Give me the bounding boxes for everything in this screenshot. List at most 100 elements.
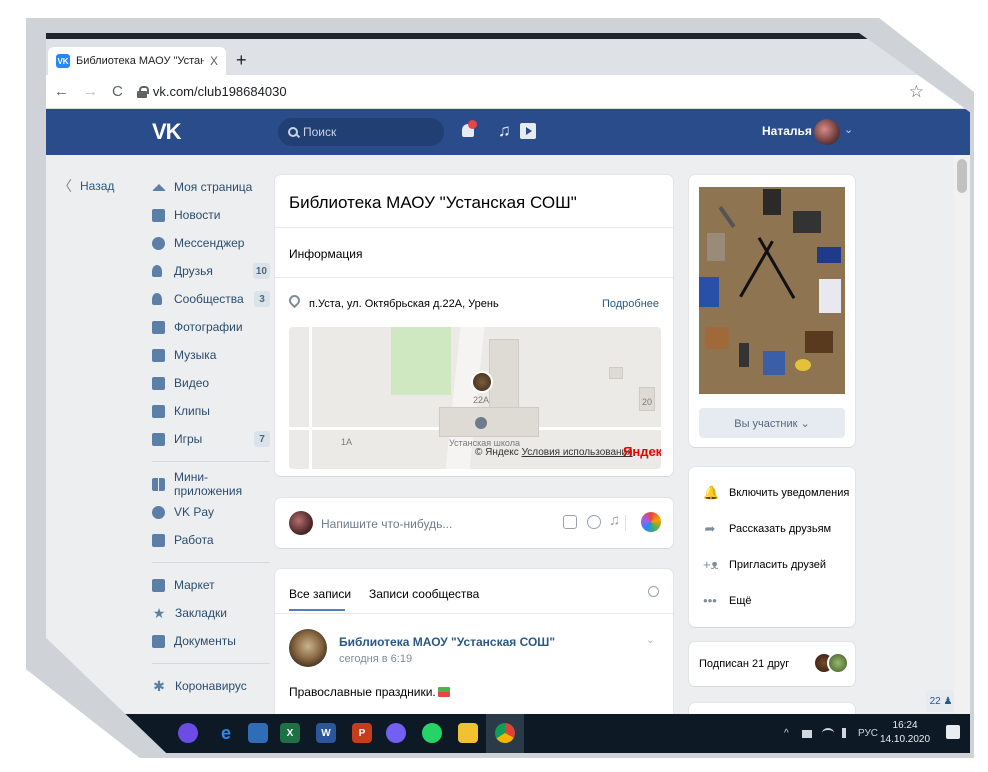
sidebar-item-mini-apps[interactable]: Мини-приложения: [152, 470, 270, 498]
music-icon[interactable]: ♫: [609, 512, 620, 529]
enable-notifications-button[interactable]: 🔔 Включить уведомления: [703, 485, 849, 501]
music-note-icon: [152, 348, 165, 362]
sidebar-item-documents[interactable]: Документы: [152, 627, 270, 655]
file-explorer-icon[interactable]: [458, 723, 478, 743]
search-icon[interactable]: [648, 586, 659, 597]
sidebar-item-video[interactable]: Видео: [152, 369, 270, 397]
tab-community-posts[interactable]: Записи сообщества: [369, 587, 479, 601]
chevron-left-icon: 〈: [58, 178, 72, 194]
location-map[interactable]: 22А 20 1А Устанская школа © Яндекс Услов…: [289, 327, 661, 469]
more-button[interactable]: ••• Ещё: [703, 593, 751, 608]
friends-badge: 10: [252, 263, 270, 279]
terms-link[interactable]: Условия использования: [522, 447, 633, 458]
map-label-1a: 1А: [341, 437, 353, 447]
page-scrollbar[interactable]: [954, 155, 970, 753]
chevron-down-icon[interactable]: ⌄: [844, 123, 853, 136]
reload-icon[interactable]: C: [112, 83, 123, 100]
browser-tab[interactable]: VK Библиотека МАОУ "Устанская С X: [48, 47, 226, 75]
user-avatar[interactable]: [814, 119, 840, 145]
messenger-icon: [152, 236, 165, 250]
online-count-widget[interactable]: 22 ♟: [926, 690, 956, 712]
sidebar-item-friends[interactable]: Друзья 10: [152, 257, 270, 285]
virus-icon: ✱: [153, 677, 165, 694]
powerpoint-icon[interactable]: P: [352, 723, 372, 743]
browser-tab-bar: VK Библиотека МАОУ "Устанская С X +: [46, 39, 970, 75]
url-field[interactable]: vk.com/club198684030: [153, 84, 287, 99]
app-icon[interactable]: [248, 723, 268, 743]
post-author-avatar[interactable]: [289, 629, 327, 667]
system-clock[interactable]: 16:24 14.10.2020: [880, 719, 930, 747]
tray-arrow-icon[interactable]: ^: [784, 728, 789, 739]
post-time[interactable]: сегодня в 6:19: [339, 653, 412, 665]
search-icon: [288, 127, 298, 137]
user-name[interactable]: Наталья: [762, 124, 812, 138]
music-icon[interactable]: ♫: [498, 121, 511, 141]
edge-icon[interactable]: e: [216, 723, 236, 743]
action-center-icon[interactable]: [946, 725, 960, 739]
forward-arrow-icon[interactable]: →: [83, 83, 98, 100]
video-icon[interactable]: [587, 515, 601, 529]
clock-time: 16:24: [892, 720, 918, 731]
sidebar-item-messenger[interactable]: Мессенджер: [152, 229, 270, 257]
group-title: Библиотека МАОУ "Устанская СОШ": [289, 193, 577, 212]
whatsapp-icon[interactable]: [422, 723, 442, 743]
sidebar-item-coronavirus[interactable]: ✱ Коронавирус: [152, 672, 270, 700]
scrollbar-thumb[interactable]: [957, 159, 967, 193]
tab-close-icon[interactable]: X: [210, 54, 218, 68]
map-label-20: 20: [642, 397, 653, 407]
tab-title: Библиотека МАОУ "Устанская С: [76, 55, 204, 67]
news-icon: [152, 208, 165, 222]
app-icon[interactable]: [178, 723, 198, 743]
excel-icon[interactable]: X: [280, 723, 300, 743]
sidebar-item-clips[interactable]: Клипы: [152, 397, 270, 425]
chrome-icon[interactable]: [495, 723, 515, 743]
map-location-marker[interactable]: [471, 371, 493, 393]
sidebar-item-music[interactable]: Музыка: [152, 341, 270, 369]
back-link[interactable]: 〈 Назад: [58, 176, 114, 196]
volume-icon[interactable]: [842, 728, 850, 738]
video-player-icon[interactable]: [520, 123, 536, 139]
invite-friends-button[interactable]: +ᴥ Пригласить друзей: [703, 557, 826, 572]
wifi-icon[interactable]: [822, 728, 834, 738]
new-tab-button[interactable]: +: [236, 51, 247, 69]
word-icon[interactable]: W: [316, 723, 336, 743]
sidebar-item-communities[interactable]: Сообщества 3: [152, 285, 270, 313]
sidebar-item-bookmarks[interactable]: ★ Закладки: [152, 599, 270, 627]
vk-logo[interactable]: VK: [152, 119, 182, 145]
video-icon: [152, 376, 165, 390]
post-author[interactable]: Библиотека МАОУ "Устанская СОШ": [339, 635, 555, 649]
sidebar-item-photos[interactable]: Фотографии: [152, 313, 270, 341]
compose-post-card: Напишите что-нибудь... ♫: [275, 498, 673, 548]
sidebar-divider: [152, 562, 270, 563]
notification-dot: [468, 120, 477, 129]
notifications-bell-icon[interactable]: [460, 120, 477, 140]
battery-icon[interactable]: [802, 730, 812, 738]
compose-avatar: [289, 511, 313, 535]
sidebar-item-news[interactable]: Новости: [152, 201, 270, 229]
sidebar-item-market[interactable]: Маркет: [152, 571, 270, 599]
chevron-down-icon[interactable]: ⌄: [646, 633, 655, 646]
share-button[interactable]: ➦ Рассказать друзьям: [703, 521, 832, 537]
viber-icon[interactable]: [386, 723, 406, 743]
yandex-logo[interactable]: Яндекс: [623, 444, 661, 459]
bookmark-star-icon[interactable]: ☆: [909, 82, 924, 102]
sidebar-item-my-page[interactable]: Моя страница: [152, 173, 270, 201]
language-indicator[interactable]: РУС: [858, 728, 878, 739]
windows-taskbar: e X W P ^ РУС 16:24 14.10.2020: [46, 714, 970, 753]
color-wheel-icon[interactable]: [641, 512, 661, 532]
back-arrow-icon[interactable]: ←: [54, 83, 69, 100]
group-cover-image[interactable]: [699, 187, 845, 394]
more-link[interactable]: Подробнее: [602, 298, 659, 310]
sidebar-item-games[interactable]: Игры 7: [152, 425, 270, 453]
post-text: Православные праздники.: [289, 685, 450, 699]
tab-all-posts[interactable]: Все записи: [289, 587, 351, 601]
sidebar-item-jobs[interactable]: Работа: [152, 526, 270, 554]
compose-input[interactable]: Напишите что-нибудь...: [321, 517, 452, 531]
lock-icon[interactable]: [136, 85, 149, 98]
friends-subscribed-card[interactable]: Подписан 21 друг: [689, 642, 855, 686]
member-button[interactable]: Вы участник ⌄: [699, 408, 845, 438]
search-input[interactable]: Поиск: [278, 118, 444, 146]
camera-icon[interactable]: [563, 515, 577, 529]
search-placeholder: Поиск: [303, 125, 337, 139]
sidebar-item-vk-pay[interactable]: VK Pay: [152, 498, 270, 526]
